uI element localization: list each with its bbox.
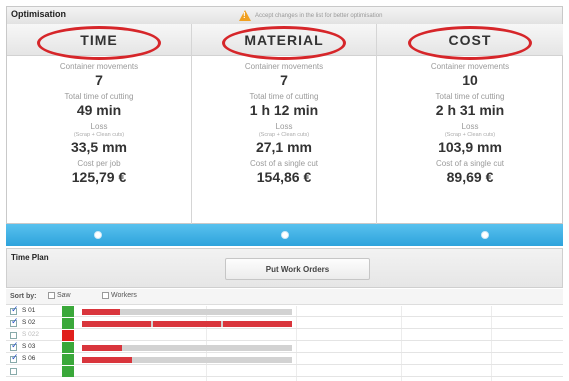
time-plan-rows: S 01 S 02 S 022 S 03 S 06 — [6, 305, 563, 381]
radio-cost[interactable] — [481, 231, 489, 239]
optimisation-title: Optimisation — [11, 9, 67, 19]
metric-value: 7 — [280, 72, 288, 88]
warning-icon — [239, 10, 251, 21]
metric-label: Loss — [275, 122, 293, 131]
optimisation-screen: Optimisation Accept changes in the list … — [0, 0, 569, 381]
optimisation-header: Optimisation Accept changes in the list … — [6, 6, 563, 24]
metric-value: 89,69 € — [446, 169, 494, 185]
option-title-time: TIME — [7, 24, 191, 60]
metric-value: 27,1 mm — [255, 139, 313, 155]
work-order-bar[interactable] — [82, 345, 122, 351]
row-label: S 06 — [22, 355, 36, 362]
metric-value: 7 — [95, 72, 103, 88]
option-title-text: MATERIAL — [244, 32, 324, 48]
metric-label: Container movements — [244, 62, 324, 71]
sort-option-saw[interactable]: Saw — [48, 292, 71, 299]
metric-sublabel: (Scrap + Clean cuts) — [258, 132, 310, 138]
checkbox[interactable] — [102, 292, 109, 299]
row-status-indicator — [62, 354, 74, 365]
row-status-indicator — [62, 318, 74, 329]
row-status-indicator — [62, 342, 74, 353]
row-status-indicator — [62, 306, 74, 317]
metric-value: 154,86 € — [256, 169, 312, 185]
metric-label: Container movements — [59, 62, 139, 71]
metric-label: Cost per job — [77, 159, 121, 168]
time-plan-row: S 03 — [6, 341, 563, 353]
row-label: S 03 — [22, 343, 36, 350]
metric-label: Loss — [90, 122, 108, 131]
checkbox[interactable] — [48, 292, 55, 299]
option-column-material[interactable]: MATERIAL Container movements 7 Total tim… — [192, 24, 377, 224]
time-plan-title: Time Plan — [11, 253, 49, 262]
metric-label: Cost of a single cut — [435, 159, 505, 168]
option-title-material: MATERIAL — [192, 24, 376, 60]
row-checkbox[interactable] — [10, 305, 19, 315]
warning-notice: Accept changes in the list for better op… — [239, 10, 382, 21]
metric-label: Cost of a single cut — [249, 159, 319, 168]
work-order-bar[interactable] — [222, 321, 292, 327]
row-label: S 02 — [22, 319, 36, 326]
radio-time[interactable] — [94, 231, 102, 239]
row-checkbox[interactable] — [10, 332, 17, 339]
warning-text: Accept changes in the list for better op… — [255, 12, 383, 19]
work-order-bar[interactable] — [153, 321, 221, 327]
sort-option-label: Saw — [57, 292, 71, 299]
metric-label: Total time of cutting — [435, 92, 505, 101]
option-column-cost[interactable]: COST Container movements 10 Total time o… — [377, 24, 563, 224]
sort-bar: Sort by: Saw Workers — [6, 289, 563, 305]
radio-material[interactable] — [281, 231, 289, 239]
sort-option-label: Workers — [111, 292, 137, 299]
row-status-indicator — [62, 366, 74, 377]
option-column-time[interactable]: TIME Container movements 7 Total time of… — [7, 24, 192, 224]
metric-label: Total time of cutting — [64, 92, 134, 101]
option-title-text: COST — [448, 32, 492, 48]
time-plan-row: S 01 — [6, 305, 563, 317]
work-order-bar[interactable] — [82, 321, 152, 327]
row-label: S 01 — [22, 307, 36, 314]
metric-label: Container movements — [430, 62, 510, 71]
metric-value: 33,5 mm — [70, 139, 128, 155]
option-selector-bar — [6, 224, 563, 246]
time-plan-header: Time Plan Put Work Orders — [6, 248, 563, 288]
row-checkbox[interactable] — [10, 368, 17, 375]
option-title-text: TIME — [80, 32, 118, 48]
time-plan-row: S 02 — [6, 317, 563, 329]
time-plan-row — [6, 366, 563, 377]
time-plan-row: S 022 — [6, 330, 563, 341]
row-label: S 022 — [22, 331, 39, 338]
metric-sublabel: (Scrap + Clean cuts) — [73, 132, 125, 138]
row-checkbox[interactable] — [10, 353, 19, 363]
metric-label: Loss — [461, 122, 479, 131]
metric-value: 49 min — [76, 102, 122, 118]
optimisation-options-panel: TIME Container movements 7 Total time of… — [6, 24, 563, 224]
work-order-bar[interactable] — [82, 357, 133, 363]
time-plan-row: S 06 — [6, 353, 563, 365]
metric-value: 2 h 31 min — [435, 102, 505, 118]
row-checkbox[interactable] — [10, 341, 19, 351]
option-title-cost: COST — [377, 24, 563, 60]
metric-value: 103,9 mm — [438, 139, 502, 155]
row-checkbox[interactable] — [10, 317, 19, 327]
put-work-orders-button[interactable]: Put Work Orders — [225, 258, 370, 280]
metric-sublabel: (Scrap + Clean cuts) — [444, 132, 496, 138]
work-order-bar[interactable] — [82, 309, 120, 315]
metric-value: 1 h 12 min — [249, 102, 319, 118]
metric-value: 10 — [462, 72, 478, 88]
metric-value: 125,79 € — [71, 169, 127, 185]
sort-by-label: Sort by: — [10, 293, 37, 300]
sort-option-workers[interactable]: Workers — [102, 292, 137, 299]
metric-label: Total time of cutting — [249, 92, 319, 101]
row-status-indicator — [62, 330, 74, 341]
